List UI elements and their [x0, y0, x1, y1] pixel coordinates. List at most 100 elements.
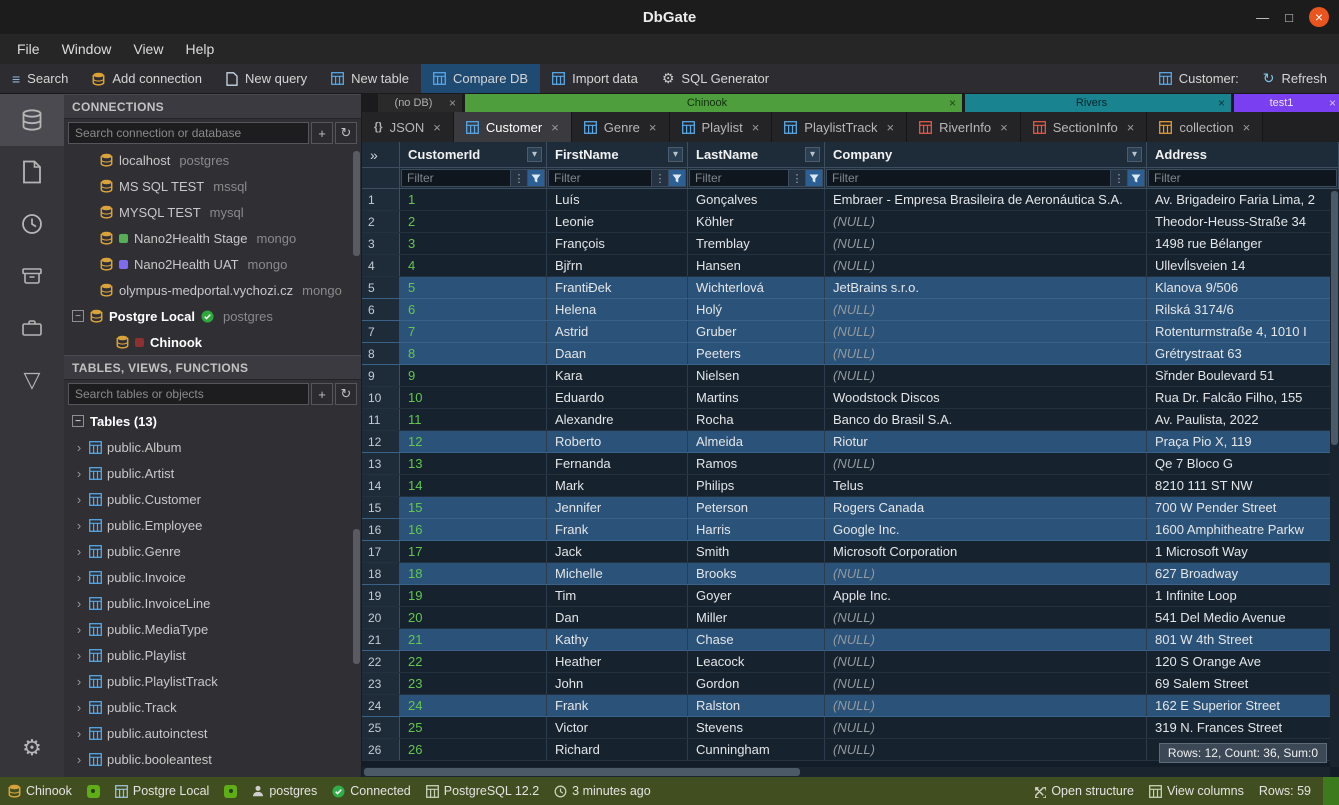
- table-row[interactable]: 2222HeatherLeacock(NULL)120 S Orange Ave: [362, 651, 1339, 673]
- chevron-right-icon[interactable]: ›: [74, 492, 84, 507]
- cell-company[interactable]: Riotur: [825, 431, 1147, 452]
- cell-customerid[interactable]: 14: [400, 475, 547, 496]
- statusbar-connection[interactable]: Postgre Local: [115, 784, 209, 798]
- cell-company[interactable]: Telus: [825, 475, 1147, 496]
- cell-address[interactable]: 319 N. Frances Street: [1147, 717, 1339, 738]
- cell-company[interactable]: (NULL): [825, 321, 1147, 342]
- cell-lastname[interactable]: Holý: [688, 299, 825, 320]
- cell-firstname[interactable]: Eduardo: [547, 387, 688, 408]
- cell-address[interactable]: 1 Infinite Loop: [1147, 585, 1339, 606]
- close-icon[interactable]: ×: [949, 96, 956, 110]
- cell-company[interactable]: Rogers Canada: [825, 497, 1147, 518]
- table-item-public-artist[interactable]: ›public.Artist: [64, 460, 361, 486]
- funnel-icon[interactable]: [528, 169, 545, 187]
- chevron-right-icon[interactable]: ›: [74, 570, 84, 585]
- cell-lastname[interactable]: Rocha: [688, 409, 825, 430]
- table-item-public-playlist[interactable]: ›public.Playlist: [64, 642, 361, 668]
- toolbar-sql-generator-button[interactable]: ⚙SQL Generator: [650, 64, 781, 93]
- close-icon[interactable]: ×: [1329, 96, 1336, 110]
- table-row[interactable]: 1515JenniferPetersonRogers Canada700 W P…: [362, 497, 1339, 519]
- filter-input-customerid[interactable]: [401, 169, 511, 187]
- cell-customerid[interactable]: 10: [400, 387, 547, 408]
- cell-customerid[interactable]: 6: [400, 299, 547, 320]
- cell-address[interactable]: Grétrystraat 63: [1147, 343, 1339, 364]
- cell-lastname[interactable]: Almeida: [688, 431, 825, 452]
- cell-address[interactable]: Praça Pio X, 119: [1147, 431, 1339, 452]
- collapse-icon[interactable]: −: [72, 310, 84, 322]
- table-row[interactable]: 55FrantiĐekWichterlováJetBrains s.r.o.Kl…: [362, 277, 1339, 299]
- toolbar-new-query-button[interactable]: New query: [214, 64, 319, 93]
- tab-group-rivers[interactable]: Rivers×: [965, 94, 1231, 112]
- open-structure-button[interactable]: Open structure: [1033, 784, 1134, 798]
- table-row[interactable]: 44BjřrnHansen(NULL)Ullevĺlsveien 14: [362, 255, 1339, 277]
- cell-customerid[interactable]: 22: [400, 651, 547, 672]
- filter-input-company[interactable]: [826, 169, 1111, 187]
- cell-lastname[interactable]: Köhler: [688, 211, 825, 232]
- table-row[interactable]: 2525VictorStevens(NULL)319 N. Frances St…: [362, 717, 1339, 739]
- toolbar-import-data-button[interactable]: Import data: [540, 64, 650, 93]
- menu-help[interactable]: Help: [174, 34, 225, 64]
- cell-company[interactable]: Embraer - Empresa Brasileira de Aeronáut…: [825, 189, 1147, 210]
- statusbar-version[interactable]: PostgreSQL 12.2: [426, 784, 539, 798]
- connections-icon[interactable]: [0, 94, 64, 146]
- cell-lastname[interactable]: Gonçalves: [688, 189, 825, 210]
- cell-customerid[interactable]: 4: [400, 255, 547, 276]
- scrollbar-thumb[interactable]: [1331, 191, 1338, 445]
- refresh-connections-button[interactable]: ↻: [335, 122, 357, 144]
- cell-company[interactable]: (NULL): [825, 651, 1147, 672]
- connection-item-nano2health-stage[interactable]: Nano2Health Stagemongo: [64, 225, 361, 251]
- cell-customerid[interactable]: 19: [400, 585, 547, 606]
- cell-firstname[interactable]: Kara: [547, 365, 688, 386]
- cell-lastname[interactable]: Smith: [688, 541, 825, 562]
- cell-customerid[interactable]: 18: [400, 563, 547, 584]
- cell-firstname[interactable]: Dan: [547, 607, 688, 628]
- connection-item-chinook[interactable]: Chinook: [64, 329, 361, 355]
- cell-customerid[interactable]: 20: [400, 607, 547, 628]
- cell-customerid[interactable]: 11: [400, 409, 547, 430]
- cell-address[interactable]: Qe 7 Bloco G: [1147, 453, 1339, 474]
- cell-lastname[interactable]: Stevens: [688, 717, 825, 738]
- cell-company[interactable]: Apple Inc.: [825, 585, 1147, 606]
- cell-address[interactable]: 162 E Superior Street: [1147, 695, 1339, 716]
- connections-header[interactable]: CONNECTIONS: [64, 94, 361, 119]
- connection-item-nano2health-uat[interactable]: Nano2Health UATmongo: [64, 251, 361, 277]
- cell-lastname[interactable]: Harris: [688, 519, 825, 540]
- cell-firstname[interactable]: John: [547, 673, 688, 694]
- cell-firstname[interactable]: Kathy: [547, 629, 688, 650]
- table-row[interactable]: 33FrançoisTremblay(NULL)1498 rue Bélange…: [362, 233, 1339, 255]
- toolbar-refresh-button[interactable]: ↻Refresh: [1251, 64, 1339, 93]
- menu-file[interactable]: File: [6, 34, 51, 64]
- cell-lastname[interactable]: Goyer: [688, 585, 825, 606]
- cell-lastname[interactable]: Tremblay: [688, 233, 825, 254]
- cell-company[interactable]: (NULL): [825, 563, 1147, 584]
- cell-company[interactable]: (NULL): [825, 365, 1147, 386]
- connections-search-input[interactable]: [68, 122, 309, 144]
- cell-firstname[interactable]: Frank: [547, 695, 688, 716]
- connection-item-ms-sql-test[interactable]: MS SQL TESTmssql: [64, 173, 361, 199]
- chevron-right-icon[interactable]: ›: [74, 622, 84, 637]
- cell-address[interactable]: 69 Salem Street: [1147, 673, 1339, 694]
- cell-lastname[interactable]: Gruber: [688, 321, 825, 342]
- close-icon[interactable]: ×: [551, 120, 559, 135]
- connection-item-localhost[interactable]: localhostpostgres: [64, 147, 361, 173]
- cell-address[interactable]: 700 W Pender Street: [1147, 497, 1339, 518]
- cell-firstname[interactable]: Helena: [547, 299, 688, 320]
- chevron-right-icon[interactable]: ›: [74, 440, 84, 455]
- table-row[interactable]: 1414MarkPhilipsTelus8210 111 ST NW: [362, 475, 1339, 497]
- cell-firstname[interactable]: Astrid: [547, 321, 688, 342]
- cell-customerid[interactable]: 8: [400, 343, 547, 364]
- cell-customerid[interactable]: 17: [400, 541, 547, 562]
- table-row[interactable]: 2323JohnGordon(NULL)69 Salem Street: [362, 673, 1339, 695]
- chevron-right-icon[interactable]: ›: [74, 752, 84, 767]
- table-item-public-booleantest[interactable]: ›public.booleantest: [64, 746, 361, 772]
- chevron-right-icon[interactable]: ›: [74, 544, 84, 559]
- menu-view[interactable]: View: [122, 34, 174, 64]
- cell-lastname[interactable]: Ralston: [688, 695, 825, 716]
- connection-item-olympus-medportal-vychozi-cz[interactable]: olympus-medportal.vychozi.czmongo: [64, 277, 361, 303]
- view-columns-button[interactable]: View columns: [1149, 784, 1244, 798]
- titlebar[interactable]: DbGate — □ ×: [0, 0, 1339, 34]
- close-icon[interactable]: ×: [1127, 120, 1135, 135]
- chevron-down-icon[interactable]: ▾: [668, 147, 683, 162]
- cell-customerid[interactable]: 7: [400, 321, 547, 342]
- table-row[interactable]: 1313FernandaRamos(NULL)Qe 7 Bloco G: [362, 453, 1339, 475]
